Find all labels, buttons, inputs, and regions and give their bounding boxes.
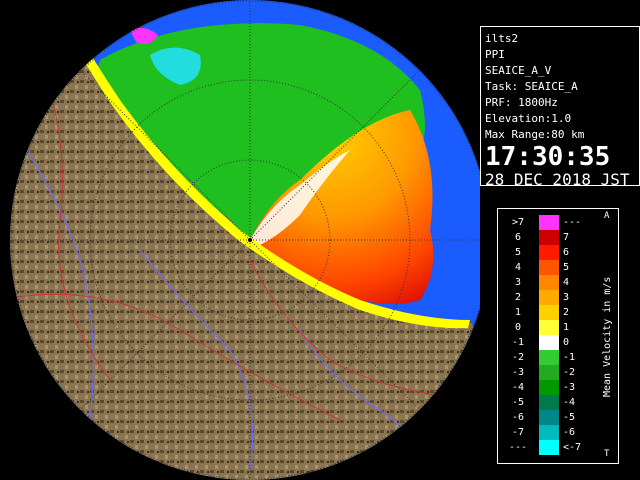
legend-lower-bound: -1 bbox=[511, 337, 525, 348]
legend-upper-bound: -2 bbox=[563, 367, 576, 378]
product-type: PPI bbox=[485, 48, 505, 61]
legend-swatch bbox=[539, 275, 559, 290]
legend-row: --- <-7 bbox=[501, 440, 605, 455]
legend-swatch bbox=[539, 245, 559, 260]
legend-lower-bound: -3 bbox=[511, 367, 525, 378]
legend-upper-bound: 0 bbox=[563, 337, 570, 348]
legend-lower-bound: 4 bbox=[514, 262, 522, 273]
scan-date: 28 DEC 2018 JST bbox=[485, 170, 630, 189]
legend-row: -4 -3 bbox=[501, 380, 605, 395]
legend-upper-bound: 4 bbox=[563, 277, 570, 288]
max-range-value: Max Range:80 km bbox=[485, 128, 585, 141]
legend-swatch bbox=[539, 260, 559, 275]
legend-lower-bound: 0 bbox=[514, 322, 522, 333]
legend-upper-bound: -3 bbox=[563, 382, 576, 393]
toward-indicator: T bbox=[604, 449, 610, 459]
legend-lower-bound: -5 bbox=[511, 397, 525, 408]
legend-row: 67 bbox=[501, 230, 605, 245]
prf-value: PRF: 1800Hz bbox=[485, 96, 558, 109]
site-name: ilts2 bbox=[485, 32, 519, 45]
scan-info-panel: ilts2 PPI SEAICE_A_V Task: SEAICE_A PRF:… bbox=[480, 26, 640, 189]
legend-upper-bound: 7 bbox=[563, 232, 570, 243]
task-name: Task: SEAICE_A bbox=[485, 80, 578, 93]
legend-row: -2 -1 bbox=[501, 350, 605, 365]
legend-upper-bound: -6 bbox=[563, 427, 576, 438]
legend-row: -1 0 bbox=[501, 335, 605, 350]
scan-time: 17:30:35 bbox=[485, 142, 611, 172]
legend-upper-bound: 5 bbox=[563, 262, 570, 273]
legend-row: -3 -2 bbox=[501, 365, 605, 380]
legend-upper-bound: 6 bbox=[563, 247, 570, 258]
legend-upper-bound: --- bbox=[563, 217, 582, 228]
legend-lower-bound: -6 bbox=[511, 412, 525, 423]
velocity-color-legend: >7 --- 6 7 5 6 4 5 3 4 2 3 1 2 0 1 -1 0 -2 -1 -3 -2 -4 -3 -5 -4 -6… bbox=[497, 208, 619, 464]
legend-upper-bound: <-7 bbox=[563, 442, 582, 453]
legend-upper-bound: 1 bbox=[563, 322, 570, 333]
legend-row: 23 bbox=[501, 290, 605, 305]
legend-swatch bbox=[539, 425, 559, 440]
product-field: SEAICE_A_V bbox=[485, 64, 552, 77]
legend-lower-bound: 5 bbox=[514, 247, 522, 258]
legend-lower-bound: 1 bbox=[514, 307, 522, 318]
legend-lower-bound: -4 bbox=[511, 382, 525, 393]
legend-upper-bound: -1 bbox=[563, 352, 576, 363]
legend-swatch bbox=[539, 440, 559, 455]
legend-row: 01 bbox=[501, 320, 605, 335]
legend-row: 12 bbox=[501, 305, 605, 320]
legend-swatch bbox=[539, 365, 559, 380]
legend-lower-bound: -7 bbox=[511, 427, 525, 438]
legend-swatch bbox=[539, 230, 559, 245]
legend-swatch bbox=[539, 380, 559, 395]
legend-swatch bbox=[539, 215, 559, 230]
legend-upper-bound: 2 bbox=[563, 307, 570, 318]
legend-lower-bound: 2 bbox=[514, 292, 522, 303]
legend-upper-bound: -4 bbox=[563, 397, 576, 408]
legend-swatch bbox=[539, 410, 559, 425]
legend-lower-bound: -2 bbox=[511, 352, 525, 363]
radar-ppi-map[interactable] bbox=[0, 0, 480, 480]
legend-swatch bbox=[539, 320, 559, 335]
legend-lower-bound: 3 bbox=[514, 277, 522, 288]
legend-upper-bound: 3 bbox=[563, 292, 570, 303]
legend-unit-label: Mean Velocity in m/s bbox=[602, 276, 613, 398]
legend-swatch bbox=[539, 305, 559, 320]
legend-swatch bbox=[539, 350, 559, 365]
legend-swatch bbox=[539, 335, 559, 350]
radar-site-marker bbox=[248, 238, 252, 242]
legend-row: 45 bbox=[501, 260, 605, 275]
legend-lower-bound: >7 bbox=[511, 217, 525, 228]
legend-upper-bound: -5 bbox=[563, 412, 576, 423]
legend-lower-bound: --- bbox=[508, 442, 528, 453]
legend-swatch bbox=[539, 395, 559, 410]
legend-row: -7 -6 bbox=[501, 425, 605, 440]
legend-row: -6 -5 bbox=[501, 410, 605, 425]
legend-row: -5 -4 bbox=[501, 395, 605, 410]
legend-swatch bbox=[539, 290, 559, 305]
legend-row: 56 bbox=[501, 245, 605, 260]
legend-row: >7 --- bbox=[501, 215, 605, 230]
legend-row: 34 bbox=[501, 275, 605, 290]
elevation-value: Elevation:1.0 bbox=[485, 112, 572, 125]
legend-lower-bound: 6 bbox=[514, 232, 522, 243]
